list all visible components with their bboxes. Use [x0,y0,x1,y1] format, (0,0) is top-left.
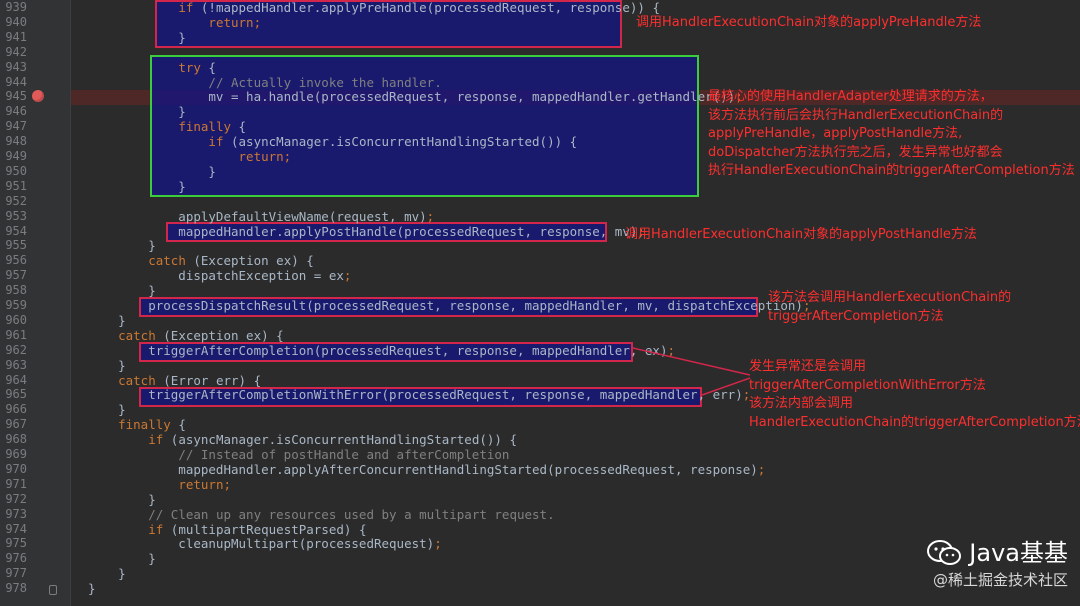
line-number: 950 [5,163,27,178]
watermark: Java基基 @稀土掘金技术社区 [927,538,1068,590]
line-number: 978 [5,581,27,596]
wechat-icon [927,540,962,565]
line-number: 946 [5,104,27,119]
code-line[interactable]: try { [88,60,216,75]
line-number: 944 [5,74,27,89]
code-line[interactable]: } [88,179,186,194]
line-number: 971 [5,476,27,491]
code-line[interactable]: mv = ha.handle(processedRequest, respons… [88,89,742,104]
code-line[interactable]: } [88,581,96,596]
code-line[interactable]: finally { [88,119,246,134]
code-line[interactable]: triggerAfterCompletionWithError(processe… [88,387,750,402]
line-number: 959 [5,298,27,312]
annotation-pre-handle: 调用HandlerExecutionChain对象的applyPreHandle… [636,15,982,30]
annotation-error: 发生异常还是会调用 triggerAfterCompletionWithErro… [749,359,1080,430]
line-number: 951 [5,178,27,193]
line-number: 952 [5,193,27,208]
code-line[interactable]: processDispatchResult(processedRequest, … [88,298,810,313]
code-line[interactable]: mappedHandler.applyPostHandle(processedR… [88,224,645,239]
annotation-post-handle: 调用HandlerExecutionChain对象的applyPostHandl… [625,227,977,242]
line-number: 967 [5,417,27,432]
breakpoint-icon[interactable] [32,90,44,102]
line-number: 961 [5,327,27,342]
code-line[interactable]: cleanupMultipart(processedRequest); [88,536,441,551]
code-line[interactable]: catch (Error err) { [88,373,261,388]
line-number: 964 [5,372,27,387]
line-number: 962 [5,342,27,357]
line-number: 975 [5,536,27,551]
code-line[interactable]: } [88,283,156,298]
code-line[interactable]: } [88,402,126,417]
line-number: 945 [5,89,27,104]
annotation-handle: 最核心的使用HandlerAdapter处理请求的方法， 该方法执行前后会执行H… [708,89,1075,178]
code-line[interactable]: // Actually invoke the handler. [88,75,441,90]
line-number: 972 [5,491,27,506]
line-number: 948 [5,134,27,149]
line-number: 965 [5,387,27,402]
code-line[interactable]: applyDefaultViewName(request, mv); [88,209,434,224]
line-number: 963 [5,357,27,372]
code-line[interactable]: catch (Exception ex) { [88,253,314,268]
code-line[interactable]: catch (Exception ex) { [88,328,284,343]
line-number: 955 [5,238,27,253]
code-line[interactable]: } [88,104,186,119]
code-line[interactable]: } [88,492,156,507]
code-line[interactable]: if (asyncManager.isConcurrentHandlingSta… [88,432,517,447]
line-number: 973 [5,506,27,521]
line-number: 958 [5,283,27,298]
code-line[interactable]: return; [88,149,292,164]
code-line[interactable]: } [88,551,156,566]
line-number: 941 [5,29,27,44]
line-number: 949 [5,149,27,163]
line-number: 947 [5,119,27,134]
watermark-subtitle: @稀土掘金技术社区 [932,571,1068,589]
line-number: 942 [5,44,27,59]
line-number: 954 [5,223,27,238]
line-number: 957 [5,268,27,283]
fold-marker-icon[interactable] [49,585,57,595]
code-line[interactable]: if (!mappedHandler.applyPreHandle(proces… [88,0,660,15]
code-line[interactable]: if (multipartRequestParsed) { [88,522,366,537]
line-number: 970 [5,461,27,476]
code-line[interactable]: dispatchException = ex; [88,268,351,283]
line-number: 968 [5,432,27,447]
code-line[interactable]: } [88,566,126,581]
line-number: 977 [5,566,27,581]
code-line[interactable]: } [88,358,126,373]
code-line[interactable]: } [88,313,126,328]
line-number: 960 [5,312,27,327]
code-line[interactable]: } [88,30,186,45]
code-line[interactable]: } [88,164,216,179]
code-line[interactable]: // Clean up any resources used by a mult… [88,507,554,522]
line-number: 976 [5,551,27,566]
code-line[interactable]: return; [88,15,261,30]
code-line[interactable]: } [88,238,156,253]
annotation-dispatch-result: 该方法会调用HandlerExecutionChain的 triggerAfte… [768,290,1012,324]
watermark-title: Java基基 [969,539,1068,567]
line-number: 969 [5,447,27,461]
line-number: 966 [5,402,27,417]
code-line[interactable]: if (asyncManager.isConcurrentHandlingSta… [88,134,577,149]
code-line[interactable]: triggerAfterCompletion(processedRequest,… [88,343,675,358]
line-number: 956 [5,253,27,268]
line-number: 940 [5,14,27,29]
line-number: 974 [5,521,27,536]
code-line[interactable]: // Instead of postHandle and afterComple… [88,447,509,462]
code-line[interactable]: mappedHandler.applyAfterConcurrentHandli… [88,462,765,477]
code-line[interactable]: return; [88,477,231,492]
code-line[interactable]: finally { [88,417,186,432]
line-number: 939 [5,0,27,14]
line-number: 953 [5,208,27,223]
line-number: 943 [5,59,27,74]
